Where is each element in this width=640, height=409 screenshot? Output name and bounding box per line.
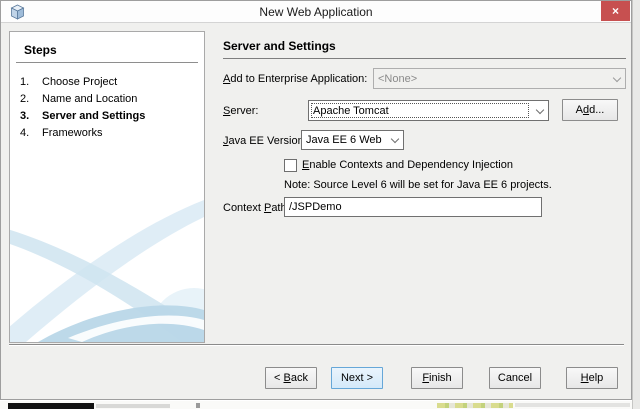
background-taskbar-sliver [0, 401, 632, 409]
background-window-right-sliver [632, 0, 640, 409]
server-label: Server: [223, 105, 258, 117]
step-number: 2. [20, 91, 42, 108]
button-text: elp [589, 372, 604, 384]
combobox-value: <None> [374, 73, 608, 85]
button-mnemonic: H [581, 372, 589, 384]
button-text: Cancel [498, 372, 532, 384]
label-text: Context [223, 202, 264, 214]
button-text: inish [429, 372, 452, 384]
taskbar-fragment [515, 403, 630, 407]
chevron-down-icon[interactable] [531, 109, 548, 113]
button-bar-separator [9, 344, 624, 346]
step-label: Name and Location [42, 91, 137, 108]
combobox-value: Java EE 6 Web [302, 134, 386, 146]
label-text: dd to Enterprise Application: [230, 73, 367, 85]
cdi-checkbox[interactable] [284, 159, 297, 172]
title-bar[interactable]: New Web Application × [1, 1, 631, 23]
button-text: ack [291, 372, 308, 384]
steps-item-server-and-settings: 3. Server and Settings [10, 108, 204, 125]
taskbar-fragment [96, 404, 170, 408]
button-text: Next > [341, 372, 373, 384]
button-text: A [576, 104, 583, 116]
steps-item-frameworks: 4. Frameworks [10, 125, 204, 142]
step-label: Frameworks [42, 125, 103, 142]
chevron-down-icon[interactable] [386, 138, 403, 142]
button-text: < [274, 372, 283, 384]
steps-list: 1. Choose Project 2. Name and Location 3… [10, 74, 204, 142]
taskbar-fragment [437, 403, 513, 408]
context-path-input[interactable] [284, 197, 542, 217]
step-number: 1. [20, 74, 42, 91]
back-button[interactable]: < Back [265, 367, 317, 389]
enterprise-application-combobox: <None> [373, 68, 626, 89]
button-text: d... [589, 104, 604, 116]
step-number: 3. [20, 108, 42, 125]
java-ee-version-combobox[interactable]: Java EE 6 Web [301, 130, 404, 150]
focus-ring [311, 103, 529, 118]
steps-panel: Steps 1. Choose Project 2. Name and Loca… [9, 31, 205, 343]
content-header: Server and Settings [223, 39, 626, 59]
step-label: Choose Project [42, 74, 117, 91]
context-path-label: Context Path: [223, 202, 290, 214]
close-button[interactable]: × [601, 1, 630, 21]
taskbar-fragment [8, 403, 94, 409]
watermark-swoosh-graphic [10, 200, 204, 342]
window-title: New Web Application [41, 5, 591, 19]
steps-item-choose-project: 1. Choose Project [10, 74, 204, 91]
chevron-down-icon [608, 77, 625, 81]
step-label: Server and Settings [42, 108, 145, 125]
next-button[interactable]: Next > [331, 367, 383, 389]
cancel-button[interactable]: Cancel [489, 367, 541, 389]
enterprise-application-label: Add to Enterprise Application: [223, 73, 367, 85]
label-text: nable Contexts and Dependency Injection [309, 159, 513, 171]
label-text: ava EE Version: [229, 135, 307, 147]
help-button[interactable]: Help [566, 367, 618, 389]
step-number: 4. [20, 125, 42, 142]
label-text: erver: [230, 105, 258, 117]
taskbar-fragment [196, 403, 200, 408]
steps-header: Steps [16, 43, 198, 63]
java-ee-version-label: Java EE Version: [223, 135, 307, 147]
add-server-button[interactable]: Add... [562, 99, 618, 121]
source-level-note: Note: Source Level 6 will be set for Jav… [284, 179, 552, 191]
netbeans-cube-icon [10, 4, 25, 20]
button-mnemonic: B [284, 372, 291, 384]
steps-item-name-and-location: 2. Name and Location [10, 91, 204, 108]
finish-button[interactable]: Finish [411, 367, 463, 389]
new-web-application-dialog: New Web Application × Steps 1. Choose Pr… [0, 0, 632, 400]
server-combobox[interactable]: Apache Tomcat [308, 100, 549, 121]
cdi-checkbox-label[interactable]: Enable Contexts and Dependency Injection [302, 159, 513, 171]
